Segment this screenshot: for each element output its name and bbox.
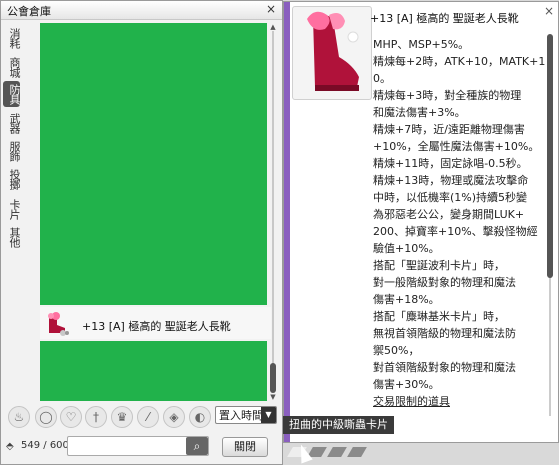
close-icon[interactable]: × (544, 4, 554, 18)
card-slot[interactable] (327, 447, 347, 457)
scroll-up-icon[interactable]: ▲ (269, 23, 277, 31)
description-line: MHP、MSP+5%。 (373, 38, 470, 51)
description-line: 和魔法傷害+3%。 (373, 106, 466, 119)
storage-count: 549 / 600 (21, 440, 69, 451)
description-line: 傷害+30%。 (373, 378, 440, 391)
tab-costume[interactable]: 服飾 (3, 137, 21, 165)
compass-icon[interactable]: ◐ (189, 406, 211, 428)
tab-shop[interactable]: 商城 (3, 53, 21, 81)
tab-armor[interactable]: 防具 (3, 81, 21, 107)
storage-titlebar[interactable]: 公會倉庫 × (1, 1, 282, 20)
filter-row: ♨ ◯ ♡ † ♛ ⁄ ◈ ◐ 置入時間 ▼ (1, 403, 284, 431)
tab-other[interactable]: 其他 (3, 223, 21, 251)
close-icon[interactable]: × (264, 2, 278, 16)
info-scroll-thumb[interactable] (547, 34, 553, 278)
description-line: 200、掉寶率+10%、擊殺怪物經 (373, 225, 538, 238)
search-icon[interactable]: ⌕ (186, 437, 208, 455)
storage-scroll-thumb[interactable] (270, 363, 276, 393)
storage-scrollbar[interactable]: ▲ ▼ (269, 23, 277, 401)
potion-icon[interactable]: ♨ (8, 406, 30, 428)
description-line: 禦50%， (373, 344, 420, 357)
description-line: +10%，全屬性魔法傷害+10%。 (373, 140, 540, 153)
item-info-window: +13 [A] 極高的 聖誕老人長靴 × MHP、MSP+5%。 精煉每+2時，… (283, 1, 559, 443)
card-icon[interactable]: ◈ (163, 406, 185, 428)
description-line: 精煉+11時，固定詠唱-0.5秒。 (373, 157, 528, 170)
sort-order-select[interactable]: 置入時間 ▼ (215, 406, 277, 424)
description-line: 中時，以低機率(1%)持續5秒變 (373, 191, 528, 204)
storage-item-name: +13 [A] 極高的 聖誕老人長靴 (82, 320, 231, 333)
storage-item-area-bottom[interactable] (40, 341, 267, 401)
item-description: MHP、MSP+5%。 精煉每+2時，ATK+10，MATK+1 0。 精煉每+… (373, 36, 545, 410)
storage-item-row[interactable]: +13 [A] 極高的 聖誕老人長靴 (40, 307, 271, 339)
description-line: 為邪惡老公公，變身期間LUK+ (373, 208, 525, 221)
sort-order-value: 置入時間 (219, 409, 263, 422)
description-line: 對首領階級對象的物理和魔法 (373, 361, 516, 374)
sword-icon[interactable]: † (85, 406, 107, 428)
description-line: 傷害+18%。 (373, 293, 440, 306)
ring-icon[interactable]: ◯ (35, 406, 57, 428)
capacity-icon: ⬘ (6, 441, 14, 452)
armor-icon[interactable]: ♡ (60, 406, 82, 428)
info-accent-bar (284, 2, 290, 442)
description-line: 無視首領階級的物理和魔法防 (373, 327, 516, 340)
description-line: 搭配「麋琳基米卡片」時， (373, 310, 505, 323)
info-scrollbar[interactable] (546, 28, 554, 428)
santa-boots-icon (48, 312, 69, 336)
description-line: 精煉每+2時，ATK+10，MATK+1 (373, 55, 546, 68)
scroll-down-icon[interactable]: ▼ (269, 393, 277, 401)
description-line: 對一般階級對象的物理和魔法 (373, 276, 516, 289)
chevron-down-icon[interactable]: ▼ (261, 407, 276, 423)
crown-icon[interactable]: ♛ (111, 406, 133, 428)
card-slot-tooltip: 扭曲的中級嘶蟲卡片 (283, 416, 394, 434)
description-line: 精煉+13時，物理或魔法攻擊命 (373, 174, 529, 187)
item-title: +13 [A] 極高的 聖誕老人長靴 (370, 12, 519, 25)
storage-footer: ⬘ 549 / 600 ⌕ 關閉 (1, 434, 284, 462)
close-button[interactable]: 關閉 (222, 437, 268, 457)
guild-storage-window: 公會倉庫 × 消耗 商城 防具 武器 服飾 投擲 卡片 其他 +13 [A] 極… (0, 0, 283, 465)
card-slot[interactable] (347, 447, 367, 457)
description-line: 精煉+7時，近/遠距離物理傷害 (373, 123, 525, 136)
description-line: 驗值+10%。 (373, 242, 440, 255)
description-line: 精煉每+3時，對全種族的物理 (373, 89, 522, 102)
wand-icon[interactable]: ⁄ (137, 406, 159, 428)
storage-item-area-top[interactable] (40, 23, 267, 305)
santa-boots-illustration (307, 11, 359, 91)
storage-title: 公會倉庫 (7, 5, 51, 18)
tab-consumable[interactable]: 消耗 (3, 23, 21, 53)
tab-throwing[interactable]: 投擲 (3, 165, 21, 193)
description-line: 搭配「聖誕波利卡片」時， (373, 259, 505, 272)
description-line: 交易限制的道具 (373, 395, 450, 408)
description-line: 0。 (373, 72, 391, 85)
item-image (292, 6, 372, 100)
tab-card[interactable]: 卡片 (3, 195, 21, 223)
tab-weapon[interactable]: 武器 (3, 109, 21, 137)
